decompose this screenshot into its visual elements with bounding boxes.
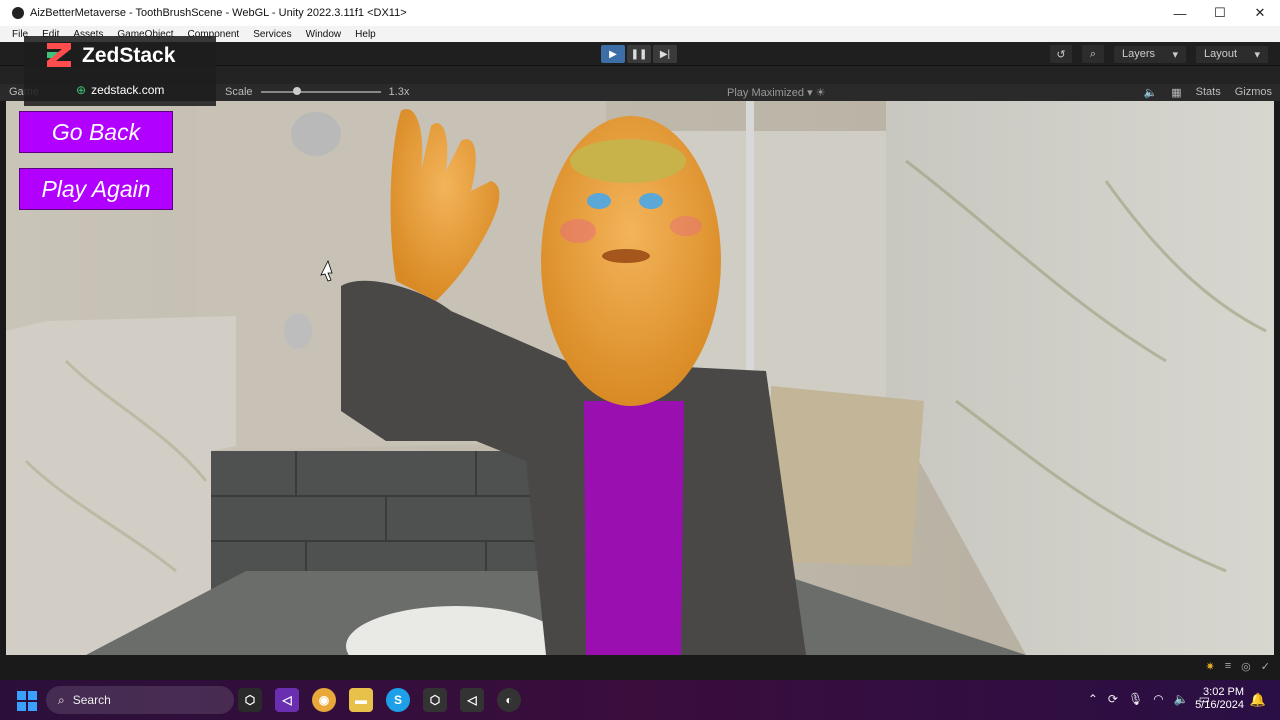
unity-app-icon[interactable]: ⬡ — [238, 688, 262, 712]
play-again-button[interactable]: Play Again — [19, 168, 173, 210]
shirt — [584, 401, 684, 655]
maximize-icon[interactable]: ☐ — [1200, 0, 1240, 26]
avatar-eye-left — [587, 193, 611, 209]
menu-window[interactable]: Window — [306, 29, 342, 40]
cabinet-box — [771, 386, 924, 567]
layers-icon[interactable]: ≡ — [1225, 660, 1231, 673]
unity-editor-icon[interactable]: ◁ — [460, 688, 484, 712]
window-controls: — ☐ ✕ — [1160, 0, 1280, 26]
watermark-overlay: ZedStack ⊕ zedstack.com — [24, 36, 216, 106]
minimize-icon[interactable]: — — [1160, 0, 1200, 26]
recording-app-icon[interactable]: ◐ — [497, 688, 521, 712]
step-icon[interactable]: ▶| — [653, 45, 677, 63]
avatar-cheek-right — [670, 216, 702, 236]
taskbar-search-label: Search — [72, 693, 111, 707]
scale-slider-handle[interactable] — [292, 87, 301, 95]
window-title: AizBetterMetaverse - ToothBrushScene - W… — [30, 7, 407, 19]
play-icon[interactable]: ▶ — [601, 45, 625, 63]
scale-slider[interactable] — [260, 87, 381, 95]
network-icon[interactable]: ◎ — [1241, 660, 1251, 673]
game-view-right-tools: 🔈 ▦ Stats Gizmos — [1144, 86, 1272, 99]
notification-bell-icon[interactable]: 🔔 — [1250, 692, 1266, 708]
avatar-eye-right — [639, 193, 663, 209]
pause-icon[interactable]: ❚❚ — [627, 45, 651, 63]
check-icon[interactable]: ✓ — [1261, 660, 1270, 673]
status-bar: ✷ ≡ ◎ ✓ — [0, 655, 1280, 680]
game-viewport[interactable]: Go Back Play Again — [6, 101, 1274, 655]
layers-dropdown[interactable]: Layers ▾ — [1114, 45, 1186, 63]
chevron-down-icon: ▾ — [1172, 48, 1178, 61]
glass-frame — [746, 101, 754, 401]
unity-hub-icon[interactable]: ⬡ — [423, 688, 447, 712]
window-titlebar: AizBetterMetaverse - ToothBrushScene - W… — [0, 0, 1280, 26]
play-maximized-dropdown[interactable]: Play Maximized ▾ ☀ — [727, 86, 826, 99]
unity-icon — [12, 7, 24, 19]
watermark-url: zedstack.com — [91, 83, 165, 97]
clock-time: 3:02 PM — [1203, 686, 1244, 698]
chevron-down-icon: ▾ — [1254, 48, 1260, 61]
avatar-mouth — [602, 249, 650, 263]
avatar-hair — [570, 139, 686, 183]
layers-label: Layers — [1122, 47, 1156, 60]
search-icon: ⌕ — [58, 692, 65, 707]
clock-date: 5/16/2024 — [1195, 699, 1244, 711]
gizmos-button[interactable]: Gizmos — [1235, 86, 1272, 99]
wifi-icon[interactable]: ◠ — [1153, 692, 1163, 706]
zedstack-logo-icon — [47, 43, 71, 67]
windows-start-icon[interactable] — [17, 691, 37, 711]
avatar-cheek-left — [560, 219, 596, 243]
bug-icon[interactable]: ✷ — [1206, 660, 1215, 673]
windows-taskbar: ⌕ Search ⬡ ◁ ◉ ▬ S ⬡ ◁ ◐ ⌃ ⟳ 🎙 ◠ 🔈 ▭ 3:0… — [0, 680, 1280, 720]
search-icon[interactable]: ⌕ — [1082, 45, 1104, 63]
status-icons: ✷ ≡ ◎ ✓ — [1206, 660, 1270, 673]
globe-icon: ⊕ — [76, 83, 87, 97]
taskbar-search-box[interactable]: ⌕ Search — [46, 686, 234, 714]
volume-icon[interactable]: 🔈 — [1174, 692, 1189, 706]
play-mode-label: Play Maximized — [727, 87, 805, 99]
taskbar-apps: ⬡ ◁ ◉ ▬ S ⬡ ◁ ◐ — [238, 688, 521, 712]
scene-render — [6, 101, 1274, 655]
stats-button[interactable]: Stats — [1196, 86, 1221, 99]
play-controls: ▶ ❚❚ ▶| — [601, 45, 677, 63]
watermark-brand: ZedStack — [82, 44, 176, 67]
menu-help[interactable]: Help — [355, 29, 376, 40]
mute-icon[interactable]: 🔈 — [1144, 86, 1158, 99]
layout-dropdown[interactable]: Layout ▾ — [1196, 45, 1268, 63]
toolbar-right: ↺ ⌕ Layers ▾ Layout ▾ — [1050, 45, 1268, 63]
microphone-icon[interactable]: 🎙 — [1128, 692, 1143, 706]
shower-valve — [284, 313, 312, 349]
scale-label: Scale — [225, 86, 253, 98]
taskbar-clock[interactable]: 3:02 PM 5/16/2024 — [1195, 686, 1244, 712]
grid-icon[interactable]: ▦ — [1171, 86, 1181, 99]
shower-head — [291, 112, 341, 156]
file-explorer-icon[interactable]: ▬ — [349, 688, 373, 712]
close-icon[interactable]: ✕ — [1240, 0, 1280, 26]
sync-icon[interactable]: ⟳ — [1108, 692, 1118, 706]
go-back-button[interactable]: Go Back — [19, 111, 173, 153]
watermark-url-row: ⊕ zedstack.com — [76, 83, 164, 97]
chevron-up-icon[interactable]: ⌃ — [1088, 692, 1098, 706]
menu-services[interactable]: Services — [253, 29, 291, 40]
layout-label: Layout — [1204, 47, 1238, 60]
scale-value: 1.3x — [388, 86, 410, 98]
scale-control: Scale 1.3x — [225, 86, 409, 98]
skype-icon[interactable]: S — [386, 688, 410, 712]
chrome-icon[interactable]: ◉ — [312, 688, 336, 712]
history-icon[interactable]: ↺ — [1050, 45, 1072, 63]
system-tray: ⌃ ⟳ 🎙 ◠ 🔈 ▭ — [1088, 692, 1210, 706]
visual-studio-icon[interactable]: ◁ — [275, 688, 299, 712]
